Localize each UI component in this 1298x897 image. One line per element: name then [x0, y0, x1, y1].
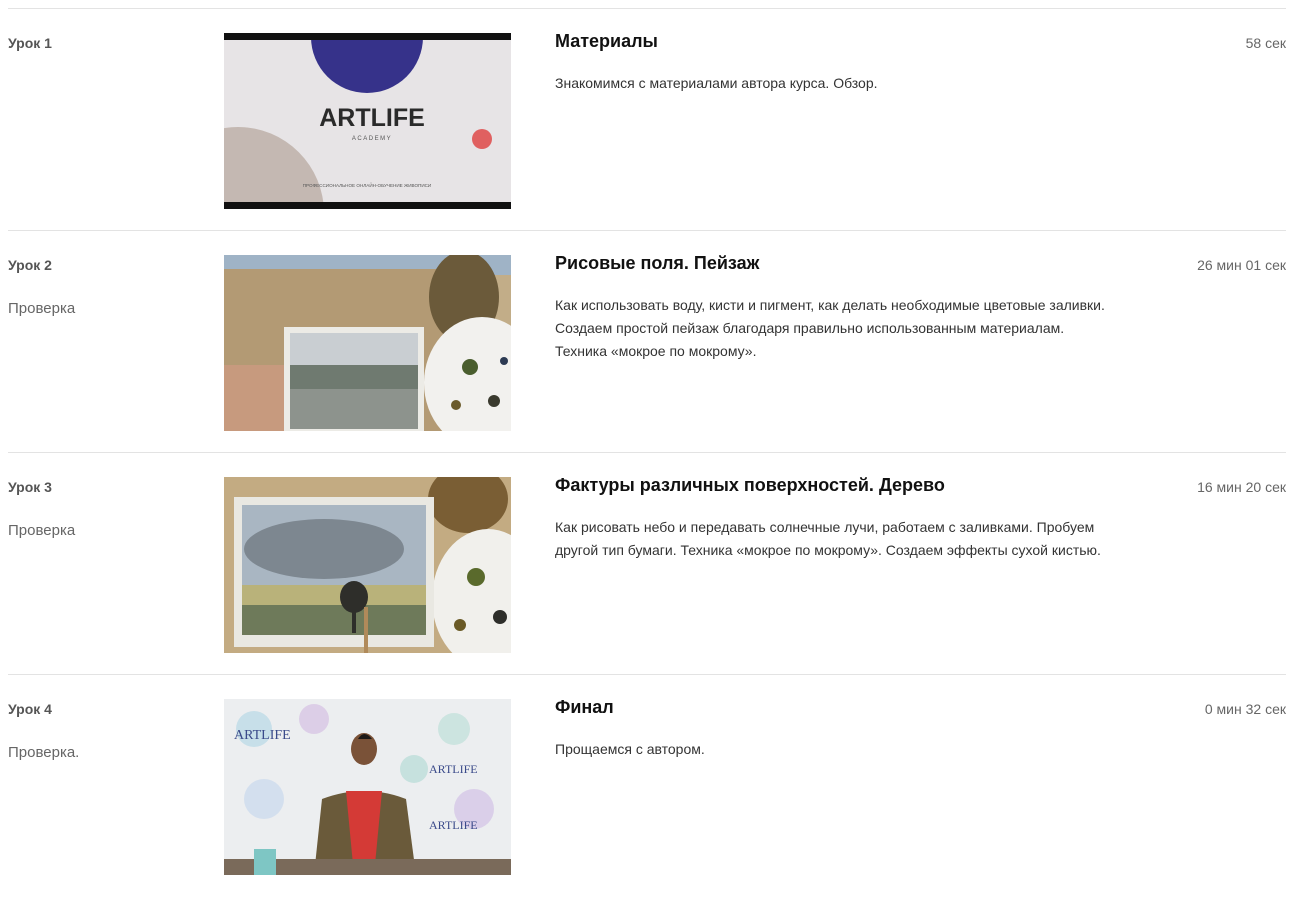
lesson-description: Как рисовать небо и передавать солнечные…: [555, 519, 1101, 558]
lesson-title[interactable]: Фактуры различных поверхностей. Дерево: [555, 475, 945, 496]
lesson-row-2: Урок 2 Проверка Рисовые поля. Пейзаж Как…: [0, 231, 1298, 453]
lesson-status: Проверка: [8, 300, 76, 317]
lesson-status: Проверка.: [8, 744, 80, 761]
lesson-title[interactable]: Финал: [555, 697, 614, 718]
lesson-duration: 26 мин 01 сек: [1197, 257, 1286, 273]
thumbnail-logo: ARTLIFE: [319, 104, 425, 132]
lesson-duration: 0 мин 32 сек: [1204, 701, 1286, 717]
lesson-thumbnail[interactable]: [224, 477, 511, 653]
thumbnail-tagline: ПРОФЕССИОНАЛЬНОЕ ОНЛАЙН-ОБУЧЕНИЕ ЖИВОПИС…: [303, 181, 432, 188]
lesson-row-4: Урок 4 Проверка. ARTLIFE ARTLIFE ARTLIFE…: [0, 675, 1298, 897]
lesson-title[interactable]: Материалы: [555, 31, 658, 52]
lesson-row-1: Урок 1 ARTLIFE ACADEMY ПРОФЕССИОНАЛЬНОЕ …: [0, 9, 1298, 231]
lesson-thumbnail[interactable]: ARTLIFE ACADEMY ПРОФЕССИОНАЛЬНОЕ ОНЛАЙН-…: [224, 33, 511, 209]
lesson-number: Урок 3: [8, 479, 52, 495]
lesson-description: Прощаемся с автором.: [555, 741, 705, 757]
lesson-number: Урок 4: [8, 701, 52, 717]
lesson-status: Проверка: [8, 522, 76, 539]
backdrop-logo: ARTLIFE: [234, 728, 291, 743]
lesson-number: Урок 2: [8, 257, 52, 273]
lesson-thumbnail[interactable]: [224, 255, 511, 431]
lesson-duration: 58 сек: [1245, 35, 1286, 51]
lesson-thumbnail[interactable]: ARTLIFE ARTLIFE ARTLIFE: [224, 699, 511, 875]
lesson-number: Урок 1: [8, 35, 52, 51]
backdrop-logo: ARTLIFE: [429, 818, 478, 832]
lesson-row-3: Урок 3 Проверка Фактуры различных поверх…: [0, 453, 1298, 675]
backdrop-logo: ARTLIFE: [429, 762, 478, 776]
lesson-duration: 16 мин 20 сек: [1197, 479, 1286, 495]
lesson-description: Как использовать воду, кисти и пигмент, …: [555, 297, 1105, 359]
thumbnail-logo-sub: ACADEMY: [352, 136, 392, 142]
lesson-description: Знакомимся с материалами автора курса. О…: [555, 75, 878, 91]
lesson-title[interactable]: Рисовые поля. Пейзаж: [555, 253, 759, 274]
